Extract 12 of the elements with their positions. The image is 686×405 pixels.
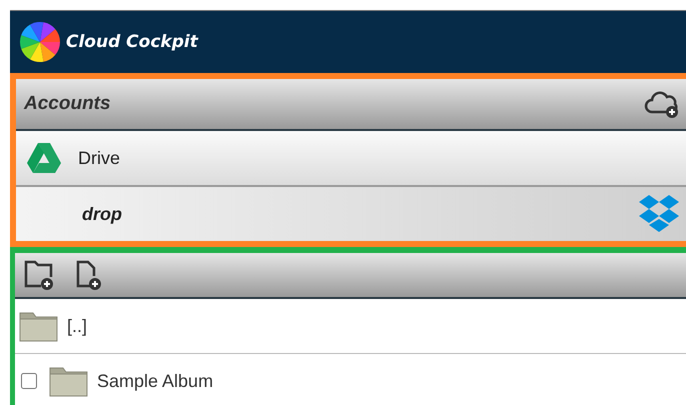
file-name: Sample Album: [97, 370, 214, 392]
app-title: Cloud Cockpit: [66, 32, 198, 52]
new-folder-icon[interactable]: [23, 259, 55, 291]
new-file-icon[interactable]: [75, 259, 103, 291]
open-box-logo-icon: [638, 194, 680, 234]
file-name: [..]: [67, 316, 88, 336]
row-checkbox[interactable]: [21, 373, 37, 389]
color-wheel-logo-icon: [18, 20, 62, 64]
account-item[interactable]: drop: [16, 187, 686, 241]
accounts-title: Accounts: [24, 93, 112, 115]
triangle-logo-icon: [26, 142, 62, 174]
account-item[interactable]: Drive: [16, 131, 686, 187]
